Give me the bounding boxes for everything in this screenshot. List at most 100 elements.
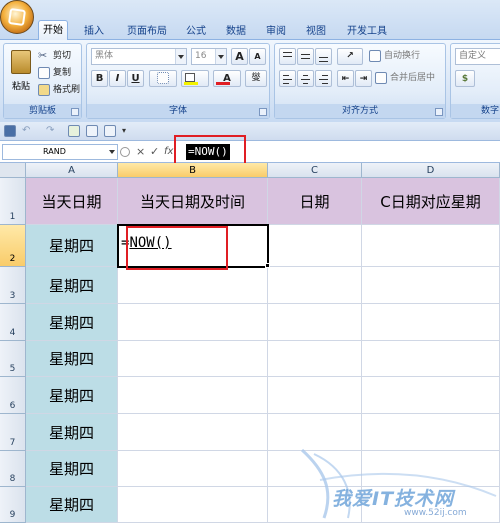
orientation-button[interactable]: ↗ bbox=[337, 48, 363, 65]
currency-button[interactable]: $ bbox=[455, 70, 475, 87]
row-header-9[interactable]: 9 bbox=[0, 487, 26, 523]
align-middle-button[interactable] bbox=[297, 48, 314, 65]
column-header-d[interactable]: D bbox=[362, 163, 500, 178]
row-header-3[interactable]: 3 bbox=[0, 267, 26, 304]
align-left-button[interactable] bbox=[279, 70, 296, 87]
cell-a1[interactable]: 当天日期 bbox=[26, 178, 118, 225]
cell-c9[interactable] bbox=[268, 487, 362, 523]
align-bottom-button[interactable] bbox=[315, 48, 332, 65]
cell-d7[interactable] bbox=[362, 414, 500, 451]
clipboard-launcher-icon[interactable] bbox=[71, 108, 79, 116]
cell-d1[interactable]: C日期对应星期 bbox=[362, 178, 500, 225]
row-header-1[interactable]: 1 bbox=[0, 178, 26, 225]
cell-a2[interactable]: 星期四 bbox=[26, 225, 118, 267]
phonetic-guide-button[interactable]: 燮 bbox=[245, 70, 267, 87]
select-all-corner[interactable] bbox=[0, 163, 26, 178]
redo-icon[interactable]: ↷ bbox=[46, 125, 58, 137]
bold-button[interactable]: B bbox=[91, 70, 108, 87]
cell-a6[interactable]: 星期四 bbox=[26, 377, 118, 414]
cell-c1[interactable]: 日期 bbox=[268, 178, 362, 225]
cell-a3[interactable]: 星期四 bbox=[26, 267, 118, 304]
row-header-7[interactable]: 7 bbox=[0, 414, 26, 451]
row-header-4[interactable]: 4 bbox=[0, 304, 26, 341]
tab-formulas[interactable]: 公式 bbox=[184, 24, 208, 40]
underline-button[interactable]: U bbox=[127, 70, 144, 87]
wrap-text-button[interactable]: 自动换行 bbox=[369, 48, 420, 64]
cell-b5[interactable] bbox=[118, 341, 268, 377]
cell-a4[interactable]: 星期四 bbox=[26, 304, 118, 341]
cell-d6[interactable] bbox=[362, 377, 500, 414]
cell-a5[interactable]: 星期四 bbox=[26, 341, 118, 377]
format-painter-button[interactable]: 格式刷 bbox=[38, 82, 80, 98]
cancel-icon[interactable]: × bbox=[136, 145, 145, 159]
row-header-6[interactable]: 6 bbox=[0, 377, 26, 414]
row-header-8[interactable]: 8 bbox=[0, 451, 26, 487]
print-preview-icon[interactable] bbox=[68, 125, 80, 137]
increase-indent-button[interactable]: ⇥ bbox=[355, 70, 372, 87]
enter-icon[interactable]: ✓ bbox=[150, 145, 159, 159]
cell-b6[interactable] bbox=[118, 377, 268, 414]
fill-color-button[interactable] bbox=[181, 70, 209, 87]
cell-c5[interactable] bbox=[268, 341, 362, 377]
paste-button[interactable]: 粘贴 bbox=[8, 48, 34, 100]
undo-icon[interactable]: ↶ bbox=[22, 125, 34, 137]
tab-data[interactable]: 数据 bbox=[224, 24, 248, 40]
cell-a8[interactable]: 星期四 bbox=[26, 451, 118, 487]
cell-c3[interactable] bbox=[268, 267, 362, 304]
tab-home[interactable]: 开始 bbox=[38, 20, 68, 41]
merge-center-button[interactable]: 合并后居中 bbox=[375, 70, 435, 86]
name-box[interactable]: RAND bbox=[2, 144, 118, 160]
font-name-select[interactable]: 黑体 bbox=[91, 48, 187, 65]
spelling-icon[interactable] bbox=[104, 125, 116, 137]
cell-b9[interactable] bbox=[118, 487, 268, 523]
cell-d8[interactable] bbox=[362, 451, 500, 487]
customize-qat-icon[interactable]: ▾ bbox=[122, 125, 134, 137]
cell-a7[interactable]: 星期四 bbox=[26, 414, 118, 451]
tab-page-layout[interactable]: 页面布局 bbox=[122, 24, 172, 40]
cell-c8[interactable] bbox=[268, 451, 362, 487]
tab-developer[interactable]: 开发工具 bbox=[345, 24, 389, 40]
cell-b8[interactable] bbox=[118, 451, 268, 487]
cell-b4[interactable] bbox=[118, 304, 268, 341]
cell-d4[interactable] bbox=[362, 304, 500, 341]
quick-print-icon[interactable] bbox=[86, 125, 98, 137]
cell-c4[interactable] bbox=[268, 304, 362, 341]
cell-c6[interactable] bbox=[268, 377, 362, 414]
copy-button[interactable]: 复制 bbox=[38, 65, 71, 81]
save-icon[interactable] bbox=[4, 125, 16, 137]
decrease-indent-button[interactable]: ⇤ bbox=[337, 70, 354, 87]
cell-c2[interactable] bbox=[268, 225, 362, 267]
cell-d2[interactable] bbox=[362, 225, 500, 267]
italic-button[interactable]: I bbox=[109, 70, 126, 87]
tab-insert[interactable]: 插入 bbox=[82, 24, 106, 40]
font-launcher-icon[interactable] bbox=[259, 108, 267, 116]
shrink-font-button[interactable]: A bbox=[249, 48, 266, 65]
grow-font-button[interactable]: A bbox=[231, 48, 248, 65]
cell-b3[interactable] bbox=[118, 267, 268, 304]
tab-review[interactable]: 审阅 bbox=[264, 24, 288, 40]
cell-d5[interactable] bbox=[362, 341, 500, 377]
fill-handle[interactable] bbox=[265, 263, 270, 268]
font-color-button[interactable]: A bbox=[213, 70, 241, 87]
column-header-b[interactable]: B bbox=[118, 163, 268, 178]
cell-b1[interactable]: 当天日期及时间 bbox=[118, 178, 268, 225]
insert-function-icon[interactable]: fx bbox=[164, 145, 173, 159]
column-header-c[interactable]: C bbox=[268, 163, 362, 178]
column-header-a[interactable]: A bbox=[26, 163, 118, 178]
align-right-button[interactable] bbox=[315, 70, 332, 87]
cell-d9[interactable] bbox=[362, 487, 500, 523]
cell-c7[interactable] bbox=[268, 414, 362, 451]
align-top-button[interactable] bbox=[279, 48, 296, 65]
cell-b7[interactable] bbox=[118, 414, 268, 451]
border-button[interactable] bbox=[149, 70, 177, 87]
office-button[interactable] bbox=[0, 0, 34, 34]
cell-d3[interactable] bbox=[362, 267, 500, 304]
cell-a9[interactable]: 星期四 bbox=[26, 487, 118, 523]
row-header-5[interactable]: 5 bbox=[0, 341, 26, 377]
tab-view[interactable]: 视图 bbox=[304, 24, 328, 40]
cut-button[interactable]: ✂ 剪切 bbox=[38, 48, 71, 64]
font-size-select[interactable]: 16 bbox=[191, 48, 227, 65]
align-center-button[interactable] bbox=[297, 70, 314, 87]
alignment-launcher-icon[interactable] bbox=[435, 108, 443, 116]
row-header-2[interactable]: 2 bbox=[0, 225, 26, 267]
